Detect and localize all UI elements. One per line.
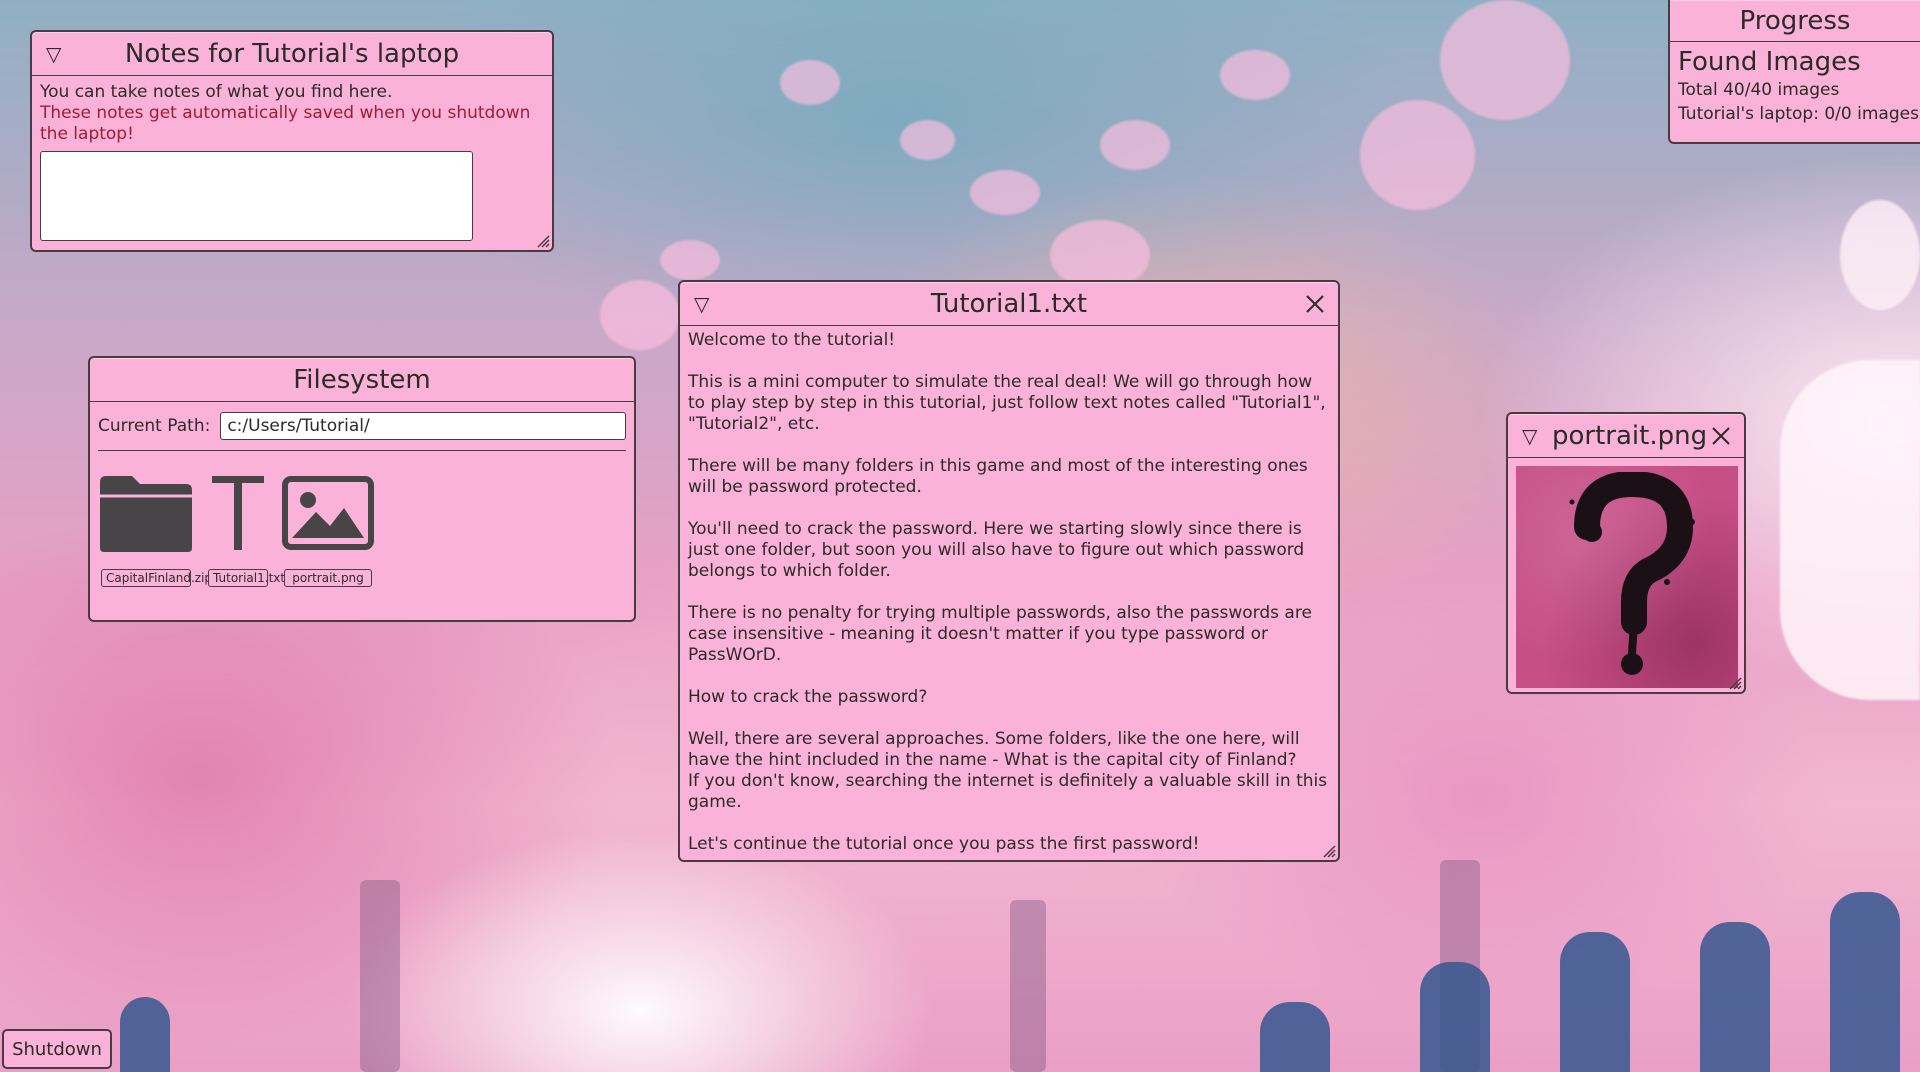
close-icon[interactable] bbox=[1710, 425, 1732, 447]
tutorial-paragraph: There is no penalty for trying multiple … bbox=[688, 603, 1312, 665]
progress-window: Progress Found Images Total 40/40 images… bbox=[1668, 0, 1920, 144]
question-mark-image bbox=[1516, 466, 1738, 688]
filesystem-titlebar[interactable]: Filesystem bbox=[90, 358, 634, 402]
portrait-image-window[interactable]: ▽ portrait.png bbox=[1506, 412, 1746, 694]
tutorial-text-content: Welcome to the tutorial! This is a mini … bbox=[680, 326, 1338, 859]
tutorial-titlebar[interactable]: ▽ Tutorial1.txt bbox=[680, 282, 1338, 326]
notes-textarea[interactable] bbox=[40, 151, 473, 241]
file-name-label[interactable]: portrait.png bbox=[284, 569, 372, 587]
file-list: CapitalFinland.zip Tutorial1.txt portrai… bbox=[90, 451, 634, 587]
portrait-title: portrait.png bbox=[1552, 420, 1708, 451]
tutorial-title: Tutorial1.txt bbox=[930, 288, 1088, 319]
collapse-triangle-icon[interactable]: ▽ bbox=[46, 44, 61, 64]
resize-grip-icon[interactable] bbox=[1322, 844, 1336, 858]
notes-autosave-warning: These notes get automatically saved when… bbox=[40, 103, 531, 144]
portrait-titlebar[interactable]: ▽ portrait.png bbox=[1508, 414, 1744, 458]
collapse-triangle-icon[interactable]: ▽ bbox=[694, 294, 709, 314]
tutorial-paragraph: Welcome to the tutorial! bbox=[688, 330, 896, 350]
filesystem-title: Filesystem bbox=[293, 364, 431, 395]
file-item-tutorial1-txt[interactable]: Tutorial1.txt bbox=[208, 465, 285, 587]
file-name-label[interactable]: CapitalFinland.zip bbox=[101, 569, 212, 587]
filesystem-window[interactable]: Filesystem Current Path: CapitalFinland.… bbox=[88, 356, 636, 622]
tutorial-paragraph: There will be many folders in this game … bbox=[688, 456, 1308, 497]
close-icon[interactable] bbox=[1304, 293, 1326, 315]
laptop-images-count: Tutorial's laptop: 0/0 images bbox=[1678, 104, 1919, 124]
tutorial-paragraph: How to crack the password? bbox=[688, 687, 928, 707]
image-file-icon[interactable] bbox=[282, 465, 374, 561]
found-images-heading: Found Images bbox=[1678, 47, 1861, 77]
resize-grip-icon[interactable] bbox=[1728, 676, 1742, 690]
tutorial-paragraph: This is a mini computer to simulate the … bbox=[688, 372, 1326, 434]
collapse-triangle-icon[interactable]: ▽ bbox=[1522, 426, 1537, 446]
notes-instructions: You can take notes of what you find here… bbox=[40, 82, 393, 102]
file-item-capitalfinland-zip[interactable]: CapitalFinland.zip bbox=[98, 465, 212, 587]
file-item-portrait-png[interactable]: portrait.png bbox=[282, 465, 374, 587]
text-file-icon[interactable] bbox=[208, 465, 268, 561]
tutorial-paragraph: Well, there are several approaches. Some… bbox=[688, 729, 1328, 812]
progress-titlebar: Progress bbox=[1670, 0, 1920, 42]
resize-grip-icon[interactable] bbox=[536, 234, 550, 248]
tutorial-paragraph: Let's continue the tutorial once you pas… bbox=[688, 834, 1200, 854]
current-path-input[interactable] bbox=[220, 412, 626, 440]
current-path-label: Current Path: bbox=[98, 416, 211, 436]
total-images-count: Total 40/40 images bbox=[1678, 80, 1840, 100]
notes-titlebar[interactable]: ▽ Notes for Tutorial's laptop bbox=[32, 32, 552, 76]
notes-window[interactable]: ▽ Notes for Tutorial's laptop You can ta… bbox=[30, 30, 554, 252]
notes-title: Notes for Tutorial's laptop bbox=[124, 38, 460, 69]
tutorial-text-window[interactable]: ▽ Tutorial1.txt Welcome to the tutorial!… bbox=[678, 280, 1340, 862]
folder-icon[interactable] bbox=[98, 465, 194, 561]
shutdown-button[interactable]: Shutdown bbox=[2, 1029, 112, 1069]
progress-title: Progress bbox=[1739, 5, 1851, 36]
tutorial-paragraph: You'll need to crack the password. Here … bbox=[688, 519, 1305, 581]
file-name-label[interactable]: Tutorial1.txt bbox=[208, 569, 285, 587]
